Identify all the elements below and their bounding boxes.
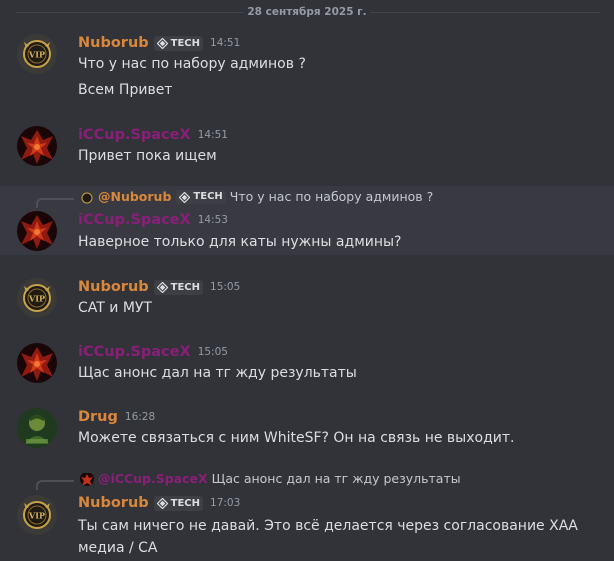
timestamp[interactable]: 17:03 (210, 493, 240, 513)
message-text: Щас анонс дал на тг жду результаты (78, 365, 357, 381)
vip-badge-avatar[interactable]: VIP (17, 34, 57, 74)
message-header: Nuborub TECH 17:03 (78, 493, 240, 513)
vip-badge-avatar[interactable]: VIP (17, 495, 57, 535)
message-header: Nuborub TECH 14:51 (78, 33, 240, 53)
username[interactable]: iCCup.SpaceX (78, 210, 191, 230)
server-tag[interactable]: TECH (153, 495, 204, 511)
diamond-icon (179, 191, 191, 203)
diamond-icon (156, 497, 168, 509)
message-text: Наверное только для каты нужны админы? (78, 234, 402, 250)
reply-text: Что у нас по набору админов ? (229, 189, 434, 204)
message-text: Что у нас по набору админов ? (78, 56, 306, 72)
timestamp[interactable]: 14:51 (198, 125, 228, 145)
username[interactable]: Nuborub (78, 277, 149, 297)
chat-messages-panel: 28 сентября 2025 г. VIP Nuborub TECH 14:… (0, 0, 614, 561)
message-item[interactable]: Drug 16:28 Можете связаться с ним WhiteS… (0, 404, 614, 454)
reply-reference[interactable]: @Nuborub TECH Что у нас по набору админо… (0, 188, 614, 208)
diamond-icon (156, 281, 168, 293)
timestamp[interactable]: 14:53 (198, 210, 228, 230)
reply-preview[interactable]: @iCCup.SpaceX Щас анонс дал на тг жду ре… (80, 470, 461, 488)
diamond-icon (156, 37, 168, 49)
message-text: Можете связаться с ним WhiteSF? Он на св… (78, 430, 515, 446)
vip-badge-avatar[interactable]: VIP (17, 278, 57, 318)
message-text: Привет пока ищем (78, 148, 217, 164)
server-tag-label: TECH (170, 37, 201, 49)
svg-text:VIP: VIP (28, 511, 45, 521)
message-item[interactable]: iCCup.SpaceX 14:51 Привет пока ищем (0, 122, 614, 172)
reply-text: Щас анонс дал на тг жду результаты (211, 471, 461, 486)
red-dragon-avatar[interactable] (17, 126, 57, 166)
server-tag[interactable]: TECH (176, 190, 226, 204)
message-text: CAT и МУТ (78, 300, 152, 316)
svg-text:VIP: VIP (28, 294, 45, 304)
username[interactable]: Drug (78, 407, 118, 427)
message-header: Nuborub TECH 15:05 (78, 277, 240, 297)
username[interactable]: iCCup.SpaceX (78, 342, 191, 362)
reply-reference[interactable]: @iCCup.SpaceX Щас анонс дал на тг жду ре… (0, 470, 614, 490)
reply-preview[interactable]: @Nuborub TECH Что у нас по набору админо… (80, 188, 433, 206)
message-item[interactable]: VIP Nuborub TECH 14:51 Что у нас по набо… (0, 30, 614, 108)
username[interactable]: Nuborub (78, 33, 149, 53)
timestamp[interactable]: 15:05 (198, 342, 228, 362)
reply-spine (36, 198, 74, 208)
svg-text:VIP: VIP (28, 50, 45, 60)
timestamp[interactable]: 16:28 (125, 407, 155, 427)
message-text: Всем Привет (78, 82, 173, 98)
message-header: iCCup.SpaceX 14:53 (78, 210, 228, 230)
red-dragon-avatar (80, 472, 94, 486)
message-header: iCCup.SpaceX 14:51 (78, 125, 228, 145)
message-item[interactable]: iCCup.SpaceX 15:05 Щас анонс дал на тг ж… (0, 339, 614, 389)
message-item[interactable]: VIP Nuborub TECH 15:05 CAT и МУТ (0, 274, 614, 324)
server-tag-label: TECH (170, 281, 201, 293)
red-dragon-avatar[interactable] (17, 343, 57, 383)
server-tag[interactable]: TECH (153, 35, 204, 51)
username[interactable]: Nuborub (78, 493, 149, 513)
date-divider: 28 сентября 2025 г. (0, 4, 614, 20)
green-character-avatar[interactable] (17, 408, 57, 448)
date-divider-label: 28 сентября 2025 г. (243, 4, 371, 20)
server-tag-label: TECH (170, 497, 201, 509)
message-item-reply[interactable]: @iCCup.SpaceX Щас анонс дал на тг жду ре… (0, 470, 614, 561)
message-header: iCCup.SpaceX 15:05 (78, 342, 228, 362)
server-tag-label: TECH (193, 191, 223, 202)
message-text: Ты сам ничего не давай. Это всё делается… (78, 518, 578, 556)
timestamp[interactable]: 14:51 (210, 33, 240, 53)
reply-spine (36, 480, 74, 490)
reply-username[interactable]: @Nuborub (98, 188, 171, 206)
server-tag[interactable]: TECH (153, 279, 204, 295)
reply-username[interactable]: @iCCup.SpaceX (98, 470, 208, 488)
red-dragon-avatar[interactable] (17, 211, 57, 251)
message-item-reply[interactable]: @Nuborub TECH Что у нас по набору админо… (0, 186, 614, 255)
username[interactable]: iCCup.SpaceX (78, 125, 191, 145)
message-header: Drug 16:28 (78, 407, 155, 427)
vip-badge-avatar (80, 190, 94, 204)
timestamp[interactable]: 15:05 (210, 277, 240, 297)
